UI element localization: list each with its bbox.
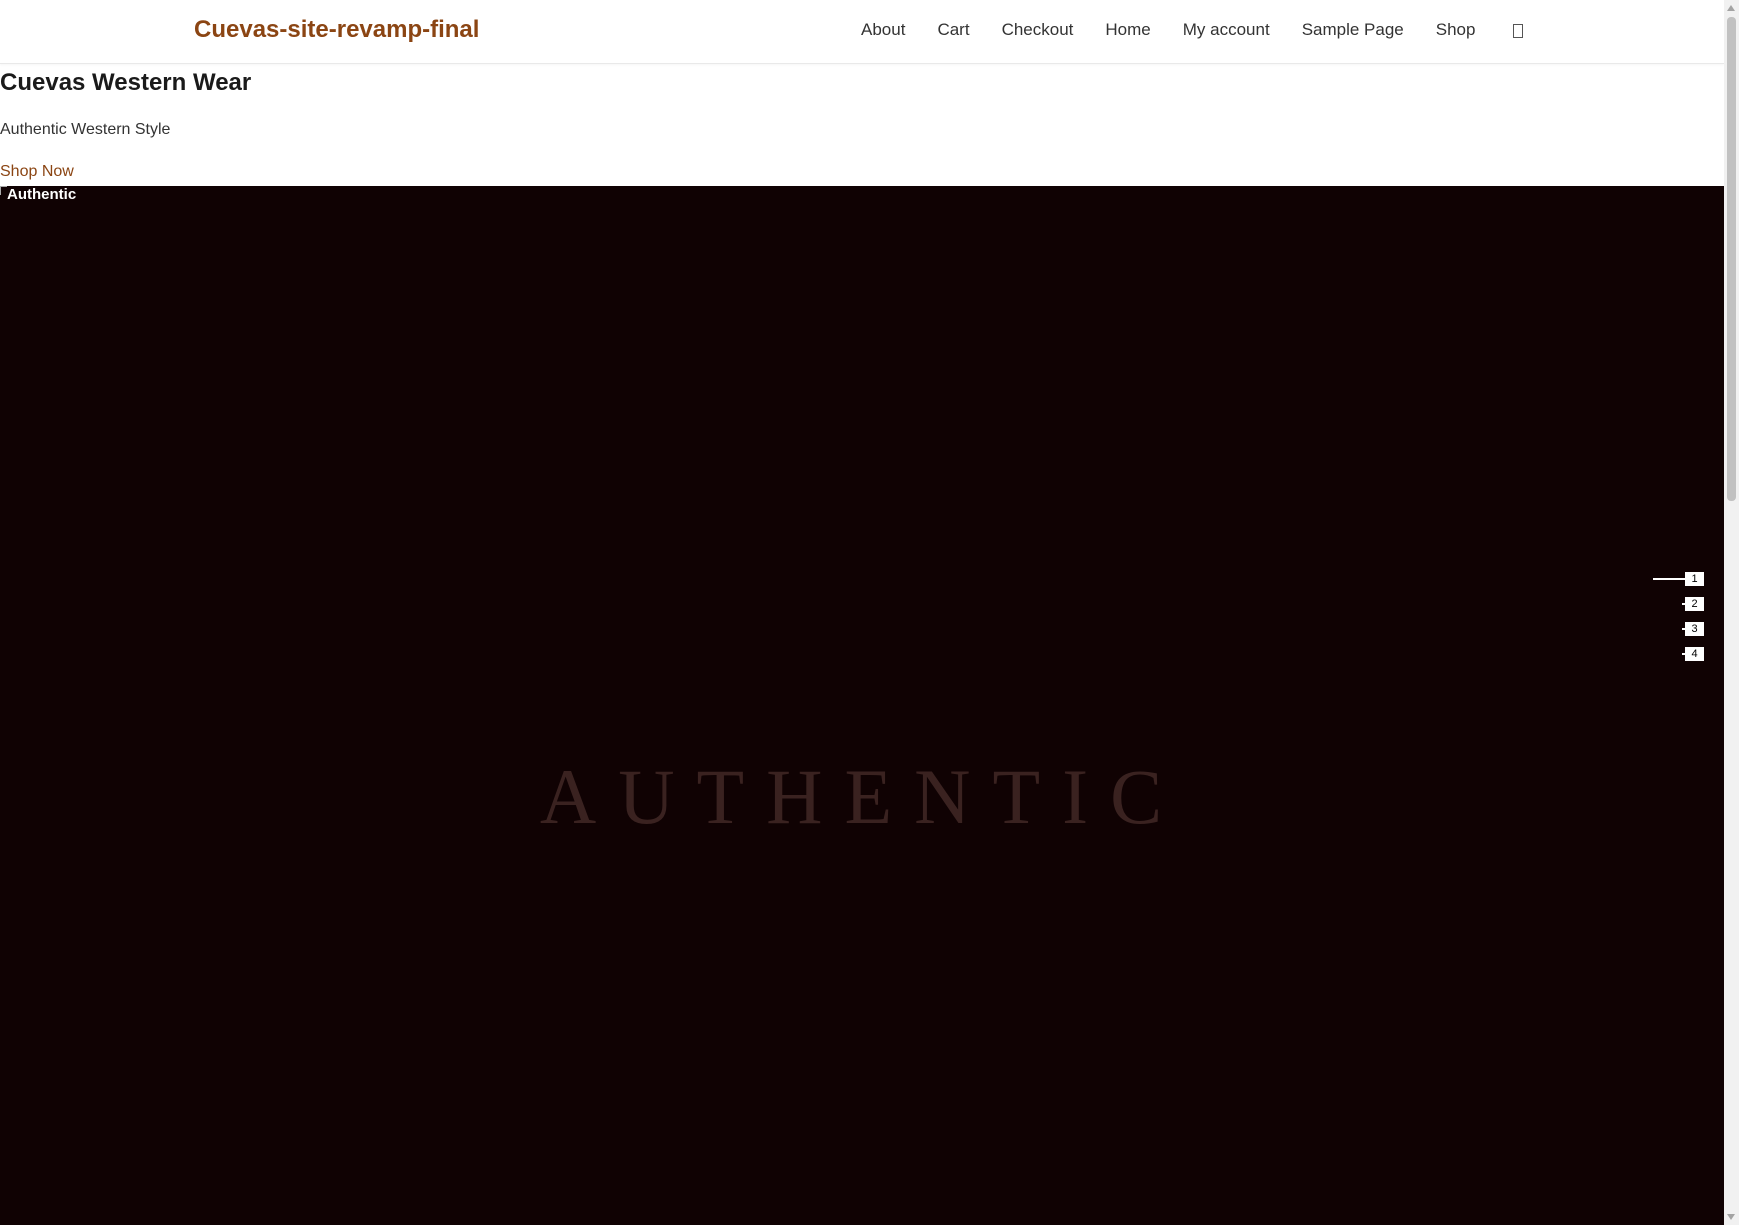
nav-item-my-account[interactable]: My account xyxy=(1183,20,1270,40)
broken-image-alt: Authentic xyxy=(7,186,77,203)
site-title-link[interactable]: Cuevas-site-revamp-final xyxy=(194,16,479,44)
nav-item-checkout[interactable]: Checkout xyxy=(1002,20,1074,40)
scrollbar-thumb[interactable] xyxy=(1727,17,1736,501)
cart-icon[interactable] xyxy=(1513,24,1524,38)
slide-nav: 1 2 3 4 xyxy=(1653,566,1704,666)
page-subtitle: Authentic Western Style xyxy=(0,121,171,138)
slide-number: 3 xyxy=(1685,621,1704,636)
slide-dot-1[interactable]: 1 xyxy=(1653,566,1704,591)
shop-now-link[interactable]: Shop Now xyxy=(0,163,74,181)
nav-item-sample-page[interactable]: Sample Page xyxy=(1302,20,1404,40)
hero-slider: Authentic AUTHENTIC 1 2 3 4 xyxy=(0,186,1724,1225)
hero-word: AUTHENTIC xyxy=(539,753,1185,840)
scroll-down-icon[interactable] xyxy=(1727,1214,1735,1220)
site-header: Cuevas-site-revamp-final About Cart Chec… xyxy=(0,0,1724,64)
main-nav: About Cart Checkout Home My account Samp… xyxy=(861,20,1524,40)
slide-number: 1 xyxy=(1685,571,1704,586)
slide-dot-2[interactable]: 2 xyxy=(1682,591,1704,616)
scroll-up-icon[interactable] xyxy=(1727,5,1735,11)
nav-item-about[interactable]: About xyxy=(861,20,905,40)
nav-item-shop[interactable]: Shop xyxy=(1436,20,1476,40)
page-title: Cuevas Western Wear xyxy=(0,69,252,96)
active-slide-indicator xyxy=(1653,577,1685,580)
slide-dot-3[interactable]: 3 xyxy=(1682,616,1704,641)
vertical-scrollbar[interactable] xyxy=(1724,0,1739,1225)
nav-item-cart[interactable]: Cart xyxy=(937,20,969,40)
nav-item-home[interactable]: Home xyxy=(1105,20,1150,40)
slide-number: 2 xyxy=(1685,596,1704,611)
broken-image: Authentic xyxy=(0,186,76,203)
slide-dot-4[interactable]: 4 xyxy=(1682,641,1704,666)
page: Cuevas-site-revamp-final About Cart Chec… xyxy=(0,0,1739,1225)
slide-number: 4 xyxy=(1685,646,1704,661)
broken-image-icon xyxy=(0,186,7,195)
